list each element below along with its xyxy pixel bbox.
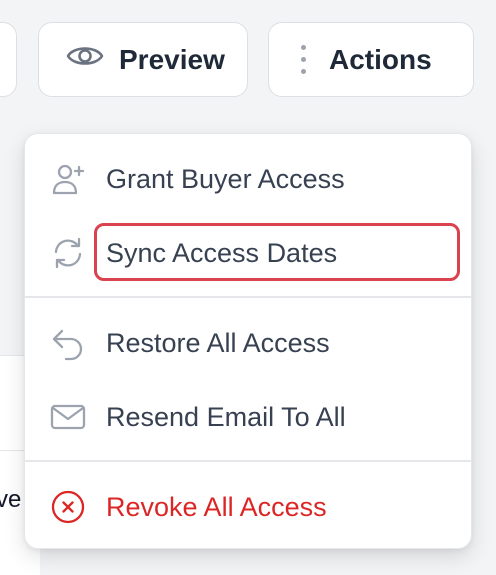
eye-icon — [65, 36, 105, 83]
actions-label: Actions — [329, 43, 432, 75]
partial-left-button[interactable] — [0, 22, 17, 97]
undo-arrow-icon — [50, 325, 86, 361]
background-partial-text: ve — [0, 486, 22, 513]
actions-button[interactable]: Actions — [268, 22, 474, 97]
menu-item-sync-access-dates[interactable]: Sync Access Dates — [25, 223, 471, 283]
menu-item-label: Restore All Access — [106, 327, 330, 358]
menu-divider — [25, 460, 471, 462]
menu-item-label: Revoke All Access — [106, 491, 327, 522]
menu-item-grant-buyer-access[interactable]: Grant Buyer Access — [25, 149, 471, 209]
menu-item-resend-email-to-all[interactable]: Resend Email To All — [25, 387, 471, 447]
menu-item-revoke-all-access[interactable]: Revoke All Access — [25, 477, 471, 537]
user-plus-icon — [50, 161, 86, 197]
x-circle-icon — [50, 489, 86, 525]
menu-item-label: Sync Access Dates — [106, 237, 338, 268]
actions-menu: Grant Buyer Access Sync Access Dates Res… — [24, 133, 472, 549]
preview-button[interactable]: Preview — [38, 22, 248, 97]
more-vertical-icon — [299, 45, 307, 74]
sync-icon — [50, 235, 86, 271]
menu-divider — [25, 296, 471, 298]
menu-item-label: Grant Buyer Access — [106, 163, 345, 194]
mail-icon — [50, 399, 86, 435]
preview-label: Preview — [119, 43, 225, 75]
menu-item-restore-all-access[interactable]: Restore All Access — [25, 313, 471, 373]
menu-item-label: Resend Email To All — [106, 401, 346, 432]
